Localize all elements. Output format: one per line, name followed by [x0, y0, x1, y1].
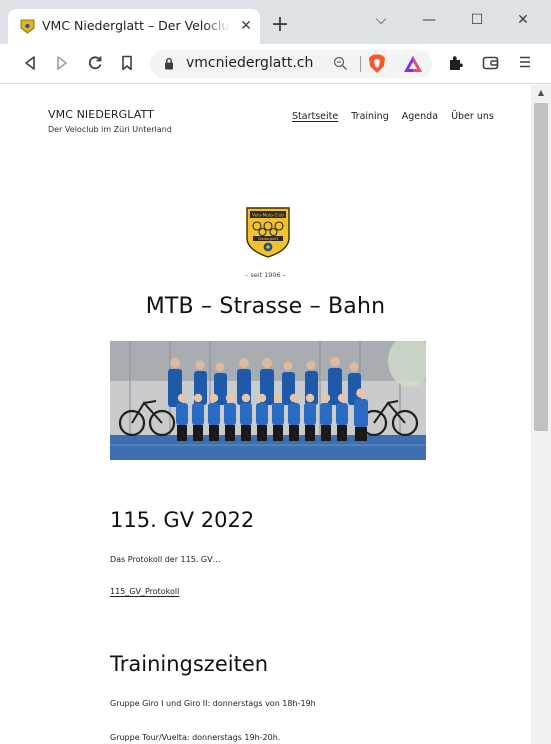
minimize-button[interactable]: —	[414, 8, 444, 32]
back-icon	[25, 56, 35, 70]
close-window-button[interactable]: ✕	[508, 8, 538, 32]
menu-icon	[520, 56, 530, 68]
back-button[interactable]	[18, 52, 42, 76]
svg-text:Niederglatt: Niederglatt	[258, 237, 279, 241]
tab-strip: VMC Niederglatt – Der Veloclub im Züri U…	[0, 0, 551, 44]
scroll-up-icon[interactable]: ▲	[531, 85, 551, 101]
forward-button[interactable]	[50, 52, 74, 76]
brave-shield-icon[interactable]	[368, 54, 386, 74]
club-logo[interactable]: Velo-Moto-Club Niederglatt	[245, 206, 291, 259]
reload-icon	[88, 56, 102, 70]
browser-tab[interactable]: VMC Niederglatt – Der Veloclub im Züri U…	[8, 9, 260, 44]
bookmark-icon	[122, 55, 132, 71]
founded-text: – seit 1906 –	[245, 271, 286, 279]
maximize-button[interactable]: ☐	[462, 8, 492, 32]
gv-protocol-link[interactable]: 115_GV_Protokoll	[110, 587, 179, 596]
lock-icon	[165, 57, 173, 70]
nav-item-startseite[interactable]: Startseite	[292, 111, 338, 122]
team-photo	[110, 341, 426, 460]
hero-title: MTB – Strasse – Bahn	[145, 294, 386, 319]
address-bar-separator	[360, 56, 361, 72]
extensions-icon	[449, 56, 463, 70]
svg-text:Velo-Moto-Club: Velo-Moto-Club	[252, 213, 284, 218]
nav-item-agenda[interactable]: Agenda	[402, 111, 438, 122]
training-line-giro: Gruppe Giro I und Giro II: donnerstags v…	[110, 699, 316, 708]
gv-text: Das Protokoll der 115. GV…	[110, 555, 221, 564]
page-scrollbar[interactable]: ▲	[531, 85, 551, 744]
main-nav: Startseite Training Agenda Über uns	[292, 111, 504, 122]
page-viewport: VMC NIEDERGLATT Der Veloclub im Züri Unt…	[0, 85, 531, 744]
nav-item-training[interactable]: Training	[351, 111, 389, 122]
training-line-tour: Gruppe Tour/Vuelta: donnerstags 19h-20h.	[110, 733, 281, 742]
wallet-icon	[482, 56, 498, 70]
training-heading: Trainingszeiten	[110, 652, 269, 676]
new-tab-button[interactable]: +	[268, 14, 292, 38]
browser-menu-button[interactable]	[513, 52, 537, 76]
extensions-button[interactable]	[443, 52, 467, 76]
zoom-icon[interactable]	[333, 56, 348, 71]
tab-search-icon[interactable]: ⌵	[366, 8, 396, 32]
forward-icon	[57, 56, 67, 70]
browser-toolbar: vmcniederglatt.ch	[0, 44, 551, 84]
gv-heading: 115. GV 2022	[110, 508, 255, 532]
favicon-icon	[20, 19, 35, 34]
scroll-thumb[interactable]	[534, 103, 548, 431]
reload-button[interactable]	[83, 52, 107, 76]
address-bar[interactable]: vmcniederglatt.ch	[150, 50, 432, 78]
bookmark-button[interactable]	[115, 52, 139, 76]
url-text: vmcniederglatt.ch	[186, 55, 314, 71]
tab-close-icon[interactable]: ✕	[236, 16, 256, 36]
site-name[interactable]: VMC NIEDERGLATT	[48, 108, 154, 121]
brave-rewards-icon[interactable]	[403, 55, 423, 73]
wallet-button[interactable]	[478, 52, 502, 76]
nav-item-ueber-uns[interactable]: Über uns	[451, 111, 494, 122]
tab-title: VMC Niederglatt – Der Veloclub im Züri U…	[42, 18, 230, 33]
site-tagline: Der Veloclub im Züri Unterland	[48, 125, 172, 134]
